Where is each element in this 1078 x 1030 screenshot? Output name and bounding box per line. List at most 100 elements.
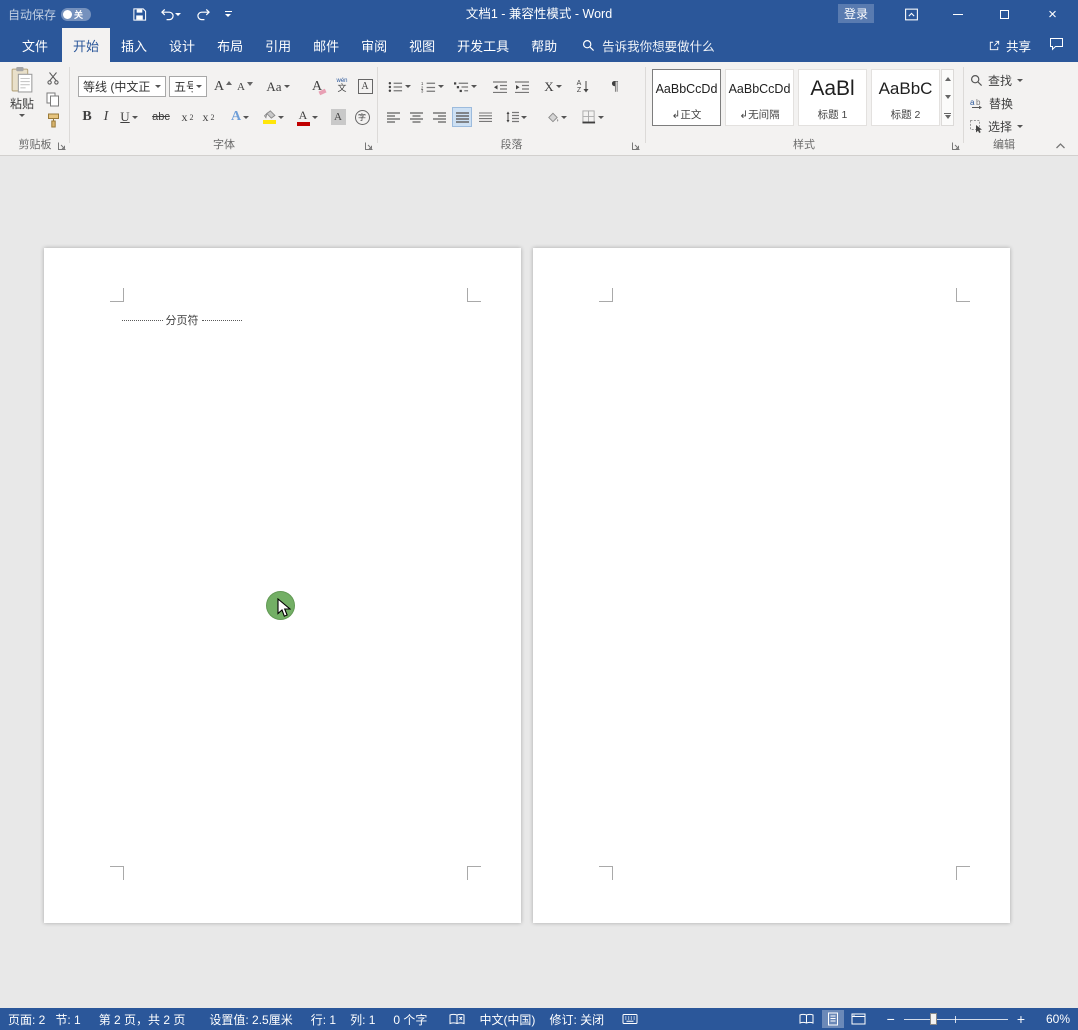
font-color-button[interactable]: A [292, 107, 322, 127]
justify-button[interactable] [452, 107, 472, 127]
tab-mailings[interactable]: 邮件 [302, 28, 350, 62]
share-button[interactable]: 共享 [988, 36, 1031, 55]
style-heading-2[interactable]: AaBbC 标题 2 [871, 69, 940, 126]
status-page-count[interactable]: 第 2 页，共 2 页 [99, 1011, 186, 1028]
page-2[interactable] [533, 248, 1010, 923]
comments-button[interactable] [1049, 37, 1064, 54]
status-page-number[interactable]: 页面: 2 [8, 1011, 45, 1028]
tab-layout[interactable]: 布局 [206, 28, 254, 62]
clipboard-dialog-launcher[interactable] [56, 140, 67, 151]
bold-button[interactable]: B [78, 107, 96, 127]
shading-button[interactable] [542, 107, 570, 127]
align-center-button[interactable] [406, 107, 426, 127]
redo-button[interactable] [190, 0, 216, 28]
tab-insert[interactable]: 插入 [110, 28, 158, 62]
paste-button[interactable]: 粘贴 [5, 66, 39, 138]
styles-dialog-launcher[interactable] [950, 140, 961, 151]
zoom-out-button[interactable]: − [884, 1011, 898, 1027]
align-right-button[interactable] [429, 107, 449, 127]
increase-indent-button[interactable] [512, 76, 532, 97]
select-button[interactable]: 选择 [970, 116, 1023, 136]
status-language[interactable]: 中文(中国) [479, 1011, 535, 1028]
tab-design[interactable]: 设计 [158, 28, 206, 62]
distribute-button[interactable] [475, 107, 495, 127]
undo-button[interactable] [154, 0, 186, 28]
styles-scroll-up-button[interactable] [942, 70, 953, 88]
close-button[interactable]: × [1027, 0, 1078, 28]
highlight-color-button[interactable] [258, 107, 288, 127]
status-column-number[interactable]: 列: 1 [350, 1011, 375, 1028]
text-effects-button[interactable]: A [226, 107, 254, 127]
paragraph-dialog-launcher[interactable] [630, 140, 641, 151]
character-border-button[interactable]: A [355, 76, 375, 97]
status-line-number[interactable]: 行: 1 [311, 1011, 336, 1028]
line-spacing-button[interactable] [502, 107, 530, 127]
format-painter-button[interactable] [44, 112, 62, 128]
font-size-combobox[interactable]: 五号 [169, 76, 207, 97]
page-1[interactable]: 分页符 [44, 248, 521, 923]
styles-scroll-down-button[interactable] [942, 88, 953, 106]
proofing-status-button[interactable] [449, 1013, 465, 1026]
font-dialog-launcher[interactable] [363, 140, 374, 151]
change-case-button[interactable]: Aa [262, 76, 294, 97]
ribbon-display-options-button[interactable] [898, 0, 924, 28]
zoom-percentage[interactable]: 60% [1036, 1012, 1070, 1026]
style-normal[interactable]: AaBbCcDd ↲正文 [652, 69, 721, 126]
status-section[interactable]: 节: 1 [55, 1011, 80, 1028]
tab-help[interactable]: 帮助 [520, 28, 568, 62]
document-canvas[interactable]: 分页符 [0, 156, 1078, 1008]
status-track-changes[interactable]: 修订: 关闭 [549, 1011, 604, 1028]
replace-button[interactable]: ab 替换 [970, 93, 1013, 113]
autosave-toggle[interactable]: 自动保存 关 [8, 0, 91, 28]
enclose-characters-button[interactable]: 字 [352, 107, 372, 127]
read-mode-button[interactable] [796, 1010, 818, 1028]
character-shading-button[interactable]: A [328, 107, 348, 127]
shrink-font-button[interactable]: A [235, 76, 255, 97]
ime-status-button[interactable] [622, 1013, 638, 1025]
quick-access-customize-button[interactable] [218, 0, 238, 28]
sign-in-button[interactable]: 登录 [838, 4, 874, 23]
zoom-in-button[interactable]: + [1014, 1011, 1028, 1027]
styles-gallery-more-button[interactable] [942, 107, 953, 125]
clear-formatting-button[interactable]: A [306, 76, 328, 97]
zoom-slider-thumb[interactable] [930, 1013, 937, 1025]
tell-me-search[interactable]: 告诉我你想要做什么 [582, 28, 715, 62]
find-button[interactable]: 查找 [970, 70, 1023, 90]
tab-file[interactable]: 文件 [8, 28, 62, 62]
web-layout-button[interactable] [848, 1010, 870, 1028]
tab-references[interactable]: 引用 [254, 28, 302, 62]
status-word-count[interactable]: 0 个字 [393, 1011, 427, 1028]
zoom-slider[interactable] [904, 1012, 1008, 1026]
sort-button[interactable]: A Z [572, 76, 594, 97]
asian-layout-button[interactable]: X [540, 76, 566, 97]
tab-home[interactable]: 开始 [62, 28, 110, 62]
minimize-button[interactable] [935, 0, 981, 28]
style-no-spacing[interactable]: AaBbCcDd ↲无间隔 [725, 69, 794, 126]
italic-button[interactable]: I [98, 107, 114, 127]
underline-button[interactable]: U [116, 107, 142, 127]
decrease-indent-button[interactable] [490, 76, 510, 97]
phonetic-guide-button[interactable]: wén 文 [331, 74, 353, 97]
strikethrough-button[interactable]: abc [148, 107, 174, 127]
multilevel-list-button[interactable] [452, 76, 479, 97]
font-name-combobox[interactable]: 等线 (中文正 [78, 76, 166, 97]
grow-font-button[interactable]: A [213, 76, 233, 97]
superscript-button[interactable]: x2 [199, 107, 218, 127]
tab-review[interactable]: 审阅 [350, 28, 398, 62]
collapse-ribbon-button[interactable] [1052, 140, 1068, 151]
copy-button[interactable] [44, 91, 62, 107]
bullets-button[interactable] [386, 76, 413, 97]
style-heading-1[interactable]: AaBl 标题 1 [798, 69, 867, 126]
cut-button[interactable] [44, 70, 62, 86]
tab-view[interactable]: 视图 [398, 28, 446, 62]
show-hide-marks-button[interactable]: ¶ [604, 76, 626, 97]
maximize-button[interactable] [981, 0, 1027, 28]
subscript-button[interactable]: x2 [178, 107, 197, 127]
print-layout-button[interactable] [822, 1010, 844, 1028]
tab-developer[interactable]: 开发工具 [446, 28, 520, 62]
save-button[interactable] [126, 0, 152, 28]
borders-button[interactable] [578, 107, 608, 127]
align-left-button[interactable] [383, 107, 403, 127]
status-setting-value[interactable]: 设置值: 2.5厘米 [209, 1011, 292, 1028]
numbering-button[interactable]: 123 [419, 76, 446, 97]
